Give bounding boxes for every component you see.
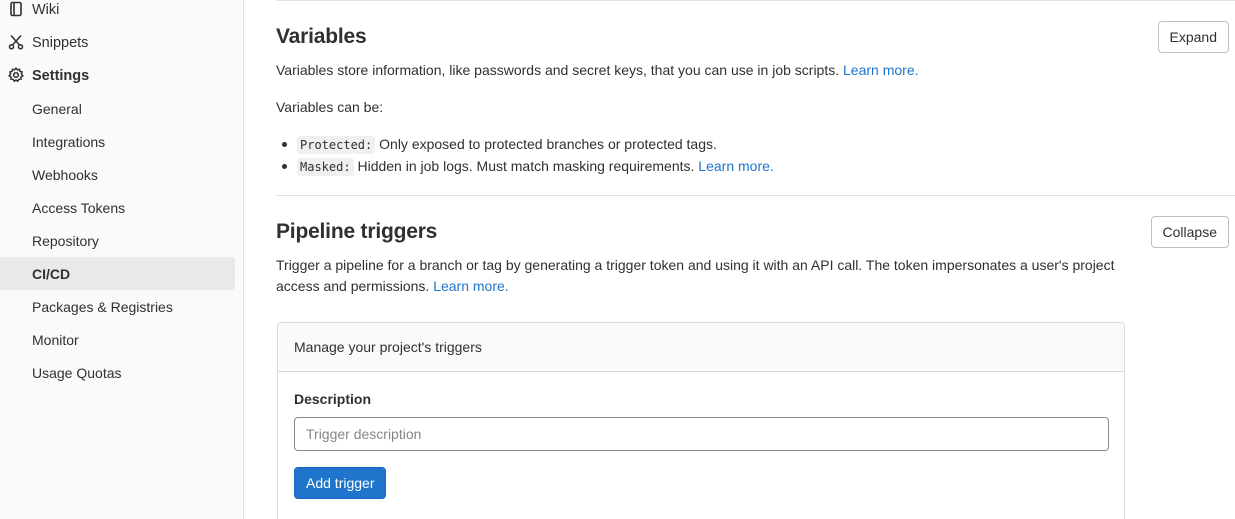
list-item: Protected: Only exposed to protected bra… xyxy=(276,133,774,155)
variables-learn-more-link[interactable]: Learn more. xyxy=(843,62,918,78)
divider xyxy=(276,195,1235,196)
divider xyxy=(276,0,1235,1)
triggers-description: Trigger a pipeline for a branch or tag b… xyxy=(276,255,1126,297)
main-content: Variables Expand Variables store informa… xyxy=(244,0,1235,519)
sidebar-item-ci-cd[interactable]: CI/CD xyxy=(0,257,235,290)
protected-text: Only exposed to protected branches or pr… xyxy=(379,136,717,152)
sidebar-item-label: CI/CD xyxy=(32,265,71,282)
sidebar-item-settings[interactable]: Settings xyxy=(0,59,235,92)
sidebar: Wiki Snippets Settings General Integrati… xyxy=(0,0,244,519)
sidebar-item-label: Settings xyxy=(32,67,90,84)
trigger-description-input[interactable] xyxy=(294,417,1109,451)
sidebar-item-label: Monitor xyxy=(32,331,79,348)
sidebar-item-wiki[interactable]: Wiki xyxy=(0,0,235,26)
sidebar-item-integrations[interactable]: Integrations xyxy=(0,125,235,158)
sidebar-item-label: Wiki xyxy=(32,1,60,18)
sidebar-item-access-tokens[interactable]: Access Tokens xyxy=(0,191,235,224)
list-item: Masked: Hidden in job logs. Must match m… xyxy=(276,155,774,177)
masked-text: Hidden in job logs. Must match masking r… xyxy=(357,158,695,174)
variables-list: Protected: Only exposed to protected bra… xyxy=(276,133,774,177)
sidebar-item-usage-quotas[interactable]: Usage Quotas xyxy=(0,356,235,389)
collapse-button[interactable]: Collapse xyxy=(1150,216,1229,248)
card-header: Manage your project's triggers xyxy=(278,323,1124,372)
add-trigger-button[interactable]: Add trigger xyxy=(294,467,387,499)
sidebar-item-label: Access Tokens xyxy=(32,199,126,216)
sidebar-item-label: Webhooks xyxy=(32,166,98,183)
sidebar-item-repository[interactable]: Repository xyxy=(0,224,235,257)
masking-learn-more-link[interactable]: Learn more. xyxy=(698,158,773,174)
variables-description: Variables store information, like passwo… xyxy=(276,60,919,81)
triggers-description-text: Trigger a pipeline for a branch or tag b… xyxy=(276,257,1115,294)
gear-icon xyxy=(8,67,24,83)
sidebar-item-label: Snippets xyxy=(32,34,89,51)
triggers-card: Manage your project's triggers Descripti… xyxy=(277,322,1125,519)
variables-title: Variables xyxy=(276,25,367,48)
sidebar-item-monitor[interactable]: Monitor xyxy=(0,323,235,356)
variables-description-text: Variables store information, like passwo… xyxy=(276,62,840,78)
expand-button[interactable]: Expand xyxy=(1157,21,1229,53)
protected-code: Protected: xyxy=(297,136,376,154)
pipeline-triggers-title: Pipeline triggers xyxy=(276,220,438,243)
sidebar-item-label: Integrations xyxy=(32,133,106,150)
scissors-icon xyxy=(8,34,24,50)
variables-can-be: Variables can be: xyxy=(276,99,384,115)
page: Wiki Snippets Settings General Integrati… xyxy=(0,0,1235,519)
sidebar-item-packages-registries[interactable]: Packages & Registries xyxy=(0,290,235,323)
sidebar-item-webhooks[interactable]: Webhooks xyxy=(0,158,235,191)
masked-code: Masked: xyxy=(297,158,354,176)
sidebar-item-label: Usage Quotas xyxy=(32,364,122,381)
sidebar-item-general[interactable]: General xyxy=(0,92,235,125)
book-icon xyxy=(8,1,24,17)
description-label: Description xyxy=(294,391,372,407)
sidebar-item-snippets[interactable]: Snippets xyxy=(0,26,235,59)
sidebar-item-label: Repository xyxy=(32,232,99,249)
triggers-learn-more-link[interactable]: Learn more. xyxy=(433,278,508,294)
sidebar-item-label: Packages & Registries xyxy=(32,298,173,315)
sidebar-item-label: General xyxy=(32,100,82,117)
